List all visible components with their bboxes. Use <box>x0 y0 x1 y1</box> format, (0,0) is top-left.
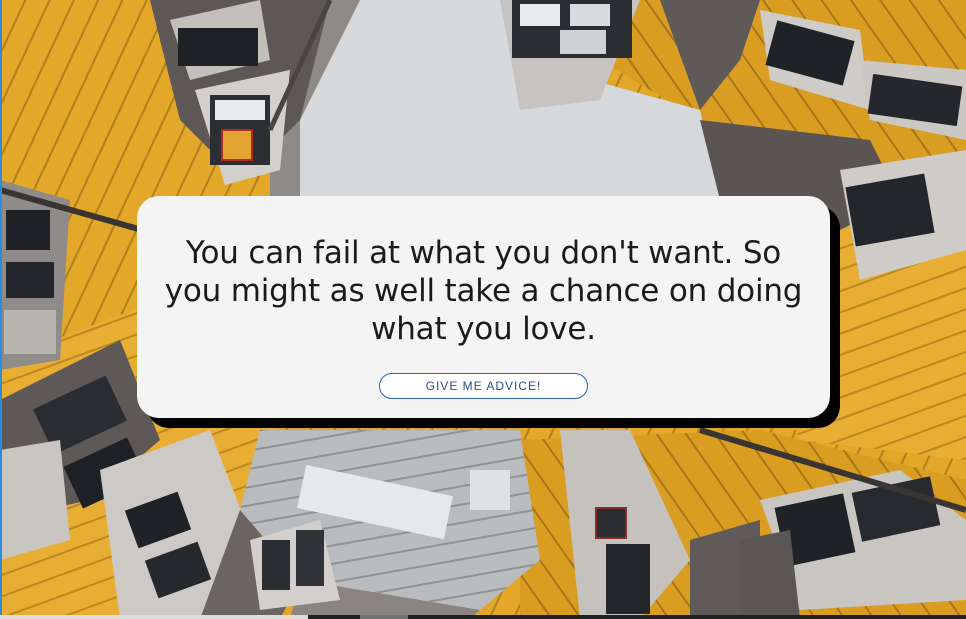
give-me-advice-button[interactable]: GIVE ME ADVICE! <box>379 373 588 399</box>
quote-card: You can fail at what you don't want. So … <box>137 196 830 418</box>
bottom-bar <box>0 615 966 619</box>
bottom-bar-segment <box>0 615 308 619</box>
app-page: You can fail at what you don't want. So … <box>0 0 966 619</box>
quote-text: You can fail at what you don't want. So … <box>164 235 803 347</box>
bottom-bar-segment <box>360 615 408 619</box>
window-left-edge <box>0 0 2 619</box>
